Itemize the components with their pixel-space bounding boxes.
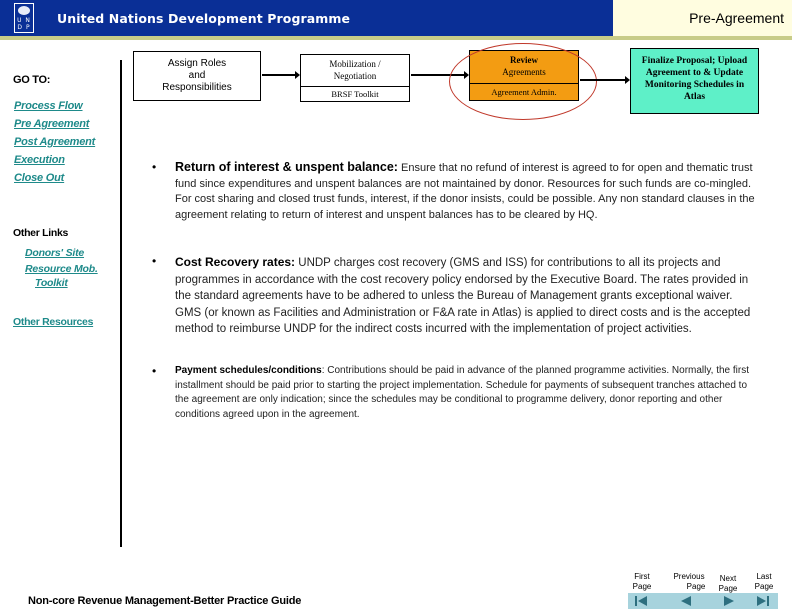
nav-label: Next <box>719 574 737 583</box>
nav-label: Page <box>754 582 774 591</box>
bullet-icon: • <box>152 254 157 268</box>
bullet-heading: Return of interest & unspent balance: <box>175 160 398 174</box>
link-execution[interactable]: Execution <box>14 154 65 166</box>
step-label: and <box>188 70 206 81</box>
previous-page-button[interactable]: Previous Page <box>668 572 710 592</box>
bullet-icon: • <box>152 160 157 174</box>
link-post-agreement[interactable]: Post Agreement <box>14 136 95 148</box>
current-step-highlight <box>449 43 597 120</box>
last-page-icon[interactable] <box>755 595 771 607</box>
last-page-button[interactable]: Last Page <box>751 572 777 592</box>
step-label: Mobilization / <box>329 59 381 69</box>
step-label: Monitoring Schedules in <box>644 80 745 90</box>
link-process-flow[interactable]: Process Flow <box>14 100 83 112</box>
logo-letters: U N D P <box>17 17 31 31</box>
nav-label: First <box>634 572 650 581</box>
page-title: Pre-Agreement <box>689 10 784 26</box>
link-resource-mob[interactable]: Resource Mob. <box>25 263 98 275</box>
nav-label: Previous <box>673 572 705 581</box>
undp-logo: U N D P <box>14 3 34 33</box>
step-label: Responsibilities <box>162 82 232 93</box>
flow-step-finalize-proposal[interactable]: Finalize Proposal; Upload Agreement to &… <box>630 48 759 114</box>
step-label: Assign Roles <box>167 58 227 69</box>
step-label: Finalize Proposal; Upload <box>641 56 748 66</box>
other-links-heading: Other Links <box>13 227 69 239</box>
bullet-heading: Payment schedules/conditions <box>175 365 322 376</box>
flow-arrow <box>580 76 630 84</box>
first-page-button[interactable]: First Page <box>629 572 655 592</box>
flow-step-assign-roles[interactable]: Assign Roles and Responsibilities <box>133 51 261 101</box>
nav-label: Last <box>756 572 772 581</box>
nav-label: Page <box>632 582 652 591</box>
link-close-out[interactable]: Close Out <box>14 172 64 184</box>
goto-heading: GO TO: <box>13 74 51 86</box>
next-page-button[interactable]: Next Page <box>715 574 741 594</box>
bullet-heading: Cost Recovery rates: <box>175 255 296 269</box>
step-label: Negotiation <box>333 71 377 81</box>
bullet-cost-recovery: Cost Recovery rates: UNDP charges cost r… <box>175 254 755 338</box>
step-label: Atlas <box>683 92 706 102</box>
bullet-icon: • <box>152 364 157 378</box>
next-page-icon[interactable] <box>721 595 737 607</box>
nav-label: Page <box>686 582 706 591</box>
link-toolkit[interactable]: Toolkit <box>35 277 68 289</box>
flow-arrow <box>262 71 300 79</box>
organization-name: United Nations Development Programme <box>57 11 351 26</box>
footer-guide-title: Non-core Revenue Management-Better Pract… <box>28 595 302 607</box>
link-pre-agreement[interactable]: Pre Agreement <box>14 118 89 130</box>
first-page-icon[interactable] <box>634 595 650 607</box>
link-donors-site[interactable]: Donors' Site <box>25 247 84 259</box>
nav-label: Page <box>718 584 738 593</box>
link-other-resources[interactable]: Other Resources <box>13 316 93 328</box>
un-emblem-icon <box>18 6 30 15</box>
bullet-payment-schedules: Payment schedules/conditions: Contributi… <box>175 364 755 422</box>
sidebar-divider <box>120 60 122 547</box>
header-bar: U N D P United Nations Development Progr… <box>0 0 792 36</box>
title-box: Pre-Agreement <box>613 0 792 36</box>
previous-page-icon[interactable] <box>678 595 694 607</box>
flow-step-mobilization[interactable]: Mobilization / Negotiation BRSF Toolkit <box>300 54 410 102</box>
header-stripe <box>0 36 792 40</box>
brsf-toolkit-link[interactable]: BRSF Toolkit <box>301 87 409 102</box>
step-label: Agreement to & Update <box>645 68 744 78</box>
bullet-return-of-interest: Return of interest & unspent balance: En… <box>175 160 755 223</box>
